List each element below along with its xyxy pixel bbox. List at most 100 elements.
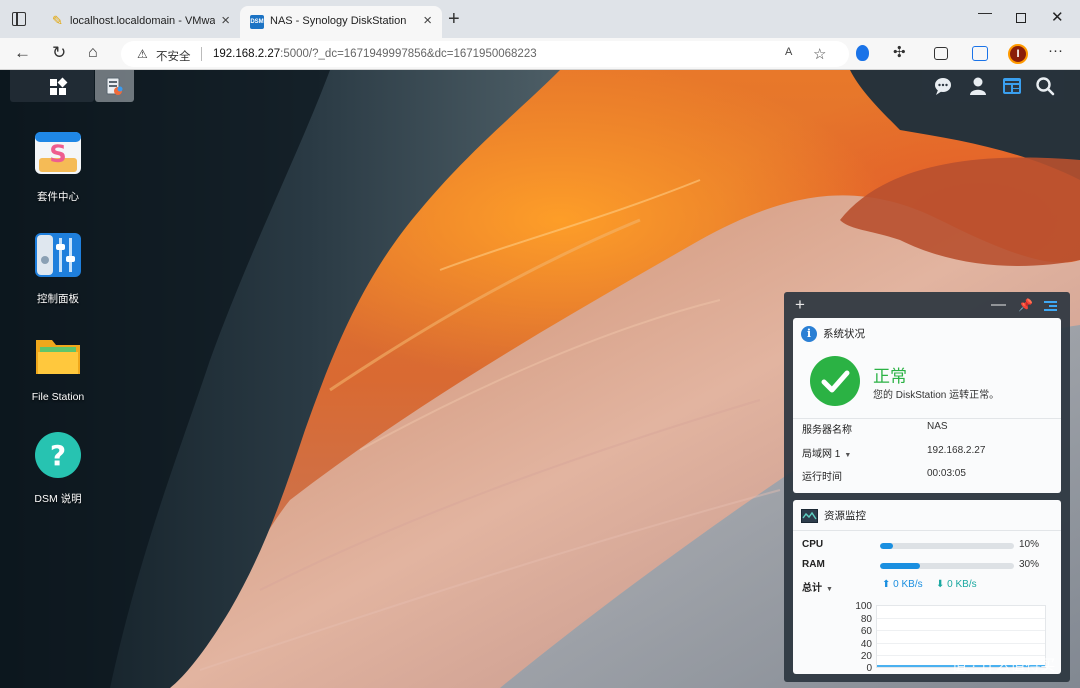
- url-divider: [201, 47, 202, 61]
- uptime-value: 00:03:05: [927, 468, 966, 479]
- watermark: 值 · 什么值得买: [952, 657, 1056, 674]
- server-name-value: NAS: [927, 421, 948, 432]
- browser-tab-bar: ✎ localhost.localdomain - VMware × DSM N…: [0, 0, 1080, 38]
- shield-extension-icon[interactable]: [856, 45, 869, 61]
- app-control-panel[interactable]: 控制面板: [10, 230, 106, 306]
- grid-line: [877, 630, 1045, 631]
- package-center-taskbar-icon: [106, 77, 123, 95]
- svg-text:S: S: [49, 140, 66, 168]
- minimize-widgets-icon[interactable]: —: [991, 296, 1006, 313]
- upload-value: 0 KB/s: [893, 579, 923, 590]
- security-label[interactable]: 不安全: [156, 48, 191, 64]
- widget-title: 系统状况: [823, 328, 865, 340]
- svg-text:?: ?: [50, 439, 66, 472]
- ram-usage-fill: [880, 563, 921, 569]
- main-menu-icon[interactable]: [50, 77, 68, 95]
- app-package-center[interactable]: S 套件中心: [10, 128, 106, 204]
- app-file-station[interactable]: File Station: [10, 330, 106, 403]
- more-menu-icon[interactable]: ···: [1048, 42, 1066, 60]
- minimize-icon[interactable]: —: [978, 4, 992, 20]
- notifications-chat-icon[interactable]: [932, 76, 954, 96]
- app-dsm-help[interactable]: ? DSM 说明: [10, 430, 106, 506]
- server-name-label: 服务器名称: [802, 425, 852, 436]
- divider: [793, 418, 1061, 419]
- user-icon[interactable]: [967, 76, 989, 96]
- tab-close-icon[interactable]: ×: [221, 12, 230, 29]
- grid-line: [877, 643, 1045, 644]
- url-host: 192.168.2.27: [213, 48, 281, 60]
- monitor-chart-icon: [801, 509, 818, 524]
- browser-essentials-icon[interactable]: [972, 46, 988, 61]
- app-label: File Station: [31, 391, 85, 403]
- tab-title: NAS - Synology DiskStation: [270, 15, 407, 27]
- system-health-widget: i 系统状况 正常 您的 DiskStation 运转正常。 服务器名称 NAS …: [793, 318, 1061, 493]
- address-bar: ← ↻ ⌂ ⚠ 不安全 192.168.2.27:5000/?_dc=16719…: [0, 38, 1080, 70]
- lan-label: 局域网 1: [802, 449, 841, 460]
- add-widget-icon[interactable]: +: [795, 295, 805, 315]
- y-tick-label: 0: [866, 663, 872, 674]
- download-arrow-icon: ⬇: [936, 579, 945, 590]
- ram-percent: 30%: [1019, 559, 1040, 570]
- cpu-usage-fill: [880, 543, 894, 549]
- close-window-icon[interactable]: ✕: [1051, 8, 1064, 26]
- ram-label: RAM: [802, 559, 825, 570]
- cpu-percent: 10%: [1019, 539, 1040, 550]
- warning-icon[interactable]: ⚠: [137, 47, 148, 61]
- search-icon[interactable]: [1034, 76, 1056, 96]
- cpu-label: CPU: [802, 539, 824, 550]
- control-panel-icon: [35, 233, 81, 277]
- y-tick-label: 20: [860, 651, 872, 662]
- home-icon[interactable]: ⌂: [88, 43, 98, 63]
- taskbar-left: [10, 70, 94, 102]
- tab-synology[interactable]: DSM NAS - Synology DiskStation ×: [240, 6, 442, 38]
- maximize-icon[interactable]: [1016, 13, 1026, 23]
- chevron-down-icon: ▼: [826, 586, 833, 593]
- upload-rate: ⬆ 0 KB/s: [882, 579, 923, 590]
- healthy-check-icon: [810, 356, 860, 406]
- pin-icon[interactable]: 📌: [1018, 298, 1033, 312]
- widget-layout-icon[interactable]: [1044, 301, 1057, 312]
- resource-monitor-widget: 资源监控 CPU 10% RAM 30% 总计 ▼ ⬆ 0 KB/s ⬇ 0 KB…: [793, 500, 1061, 674]
- tab-vmware[interactable]: ✎ localhost.localdomain - VMware ×: [40, 6, 240, 38]
- widget-header: 资源监控: [801, 508, 866, 524]
- package-center-icon: S: [35, 132, 81, 174]
- tab-close-icon[interactable]: ×: [423, 12, 432, 29]
- taskbar-right: [922, 70, 1064, 102]
- dsm-favicon-icon: DSM: [250, 15, 264, 29]
- url-input[interactable]: ⚠ 不安全 192.168.2.27:5000/?_dc=16719499978…: [121, 41, 849, 67]
- chevron-down-icon: ▼: [844, 452, 852, 459]
- back-icon[interactable]: ←: [14, 43, 31, 63]
- reload-icon[interactable]: ↻: [52, 43, 66, 63]
- health-description: 您的 DiskStation 运转正常。: [873, 390, 1000, 401]
- download-rate: ⬇ 0 KB/s: [936, 579, 977, 590]
- total-label: 总计: [802, 583, 822, 594]
- pencil-favicon-icon: ✎: [52, 13, 63, 28]
- url-text[interactable]: 192.168.2.27:5000/?_dc=1671949997856&dc=…: [213, 48, 537, 60]
- app-label: DSM 说明: [34, 493, 82, 505]
- lan-dropdown[interactable]: 局域网 1 ▼: [802, 445, 851, 460]
- collections-icon[interactable]: [934, 47, 948, 60]
- widget-header: i 系统状况: [801, 326, 865, 343]
- lan-ip-value: 192.168.2.27: [927, 445, 986, 456]
- widget-panel: + — 📌 i 系统状况 正常 您的 DiskStation 运转正常。 服务器名…: [784, 292, 1070, 682]
- help-icon: ?: [35, 432, 81, 478]
- cpu-usage-bar: [880, 543, 1014, 549]
- download-value: 0 KB/s: [947, 579, 977, 590]
- read-aloud-icon[interactable]: A: [785, 46, 792, 58]
- tab-title: localhost.localdomain - VMware: [70, 15, 215, 27]
- taskbar-package-center[interactable]: [95, 70, 134, 102]
- info-icon: i: [801, 326, 817, 343]
- widgets-toggle-icon[interactable]: [1001, 76, 1023, 96]
- new-tab-icon[interactable]: +: [448, 9, 460, 29]
- profile-avatar[interactable]: I: [1008, 44, 1028, 64]
- extensions-icon[interactable]: ✣: [893, 43, 911, 61]
- tab-actions-icon[interactable]: [8, 9, 30, 29]
- widget-title: 资源监控: [824, 510, 866, 522]
- dsm-desktop: S 套件中心 控制面板 File Station ? DSM 说明 + — 📌 …: [0, 70, 1080, 688]
- app-label: 套件中心: [37, 191, 79, 203]
- total-dropdown[interactable]: 总计 ▼: [802, 579, 833, 594]
- upload-arrow-icon: ⬆: [882, 579, 891, 590]
- y-tick-label: 40: [860, 639, 872, 650]
- folder-icon: [36, 340, 80, 374]
- favorite-star-icon[interactable]: ☆: [813, 45, 826, 63]
